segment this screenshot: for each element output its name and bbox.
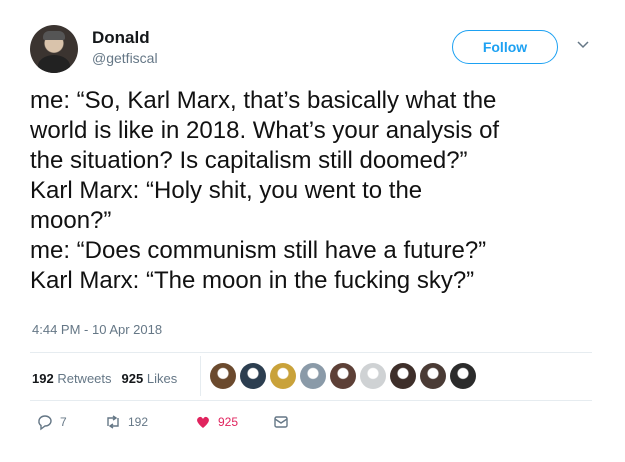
liker-avatar[interactable] [390, 363, 416, 389]
stats-separator [200, 356, 201, 396]
liker-avatar[interactable] [210, 363, 236, 389]
liker-avatar[interactable] [360, 363, 386, 389]
tweet-line: moon?” [30, 207, 112, 234]
user-name[interactable]: Donald [92, 28, 150, 48]
liker-avatar[interactable] [240, 363, 266, 389]
likers-avatars [210, 363, 476, 389]
retweet-count: 192 [128, 415, 149, 429]
like-action[interactable]: 925 [194, 412, 238, 432]
tweet-line: Karl Marx: “Holy shit, you went to the [30, 177, 423, 204]
user-handle[interactable]: @getfiscal [92, 50, 158, 66]
retweet-icon [107, 415, 119, 429]
engagement-stats: 192 Retweets 925 Likes [32, 371, 177, 386]
liker-avatar[interactable] [300, 363, 326, 389]
reply-icon [38, 415, 52, 431]
tweet-line: me: “Does communism still have a future?… [30, 237, 487, 264]
heart-icon [197, 416, 209, 428]
message-action[interactable] [272, 412, 290, 432]
divider [30, 352, 592, 353]
liker-avatar[interactable] [450, 363, 476, 389]
chevron-down-icon[interactable] [576, 38, 590, 52]
liker-avatar[interactable] [330, 363, 356, 389]
liker-avatar[interactable] [270, 363, 296, 389]
retweets-stat[interactable]: 192 Retweets [32, 371, 112, 386]
divider [30, 400, 592, 401]
tweet-line: me: “So, Karl Marx, that’s basically wha… [30, 87, 497, 114]
tweet-actions: 7 192 925 [36, 412, 336, 432]
tweet-line: the situation? Is capitalism still doome… [30, 147, 468, 174]
tweet-line: Karl Marx: “The moon in the fucking sky?… [30, 267, 475, 294]
likes-stat[interactable]: 925 Likes [122, 371, 178, 386]
like-count: 925 [218, 415, 239, 429]
follow-button[interactable]: Follow [452, 30, 558, 64]
tweet-timestamp[interactable]: 4:44 PM - 10 Apr 2018 [32, 322, 162, 337]
avatar[interactable] [30, 25, 78, 73]
retweet-action[interactable]: 192 [104, 412, 148, 432]
envelope-icon [274, 416, 288, 428]
tweet-line: world is like in 2018. What’s your analy… [30, 117, 500, 144]
reply-count: 7 [60, 415, 67, 429]
tweet-text: me: “So, Karl Marx, that’s basically wha… [30, 86, 610, 296]
liker-avatar[interactable] [420, 363, 446, 389]
reply-action[interactable]: 7 [36, 412, 67, 432]
